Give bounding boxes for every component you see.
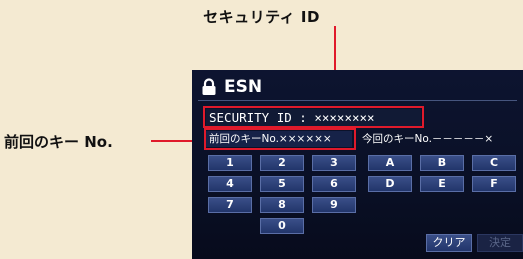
security-id-callout-label: セキュリティ ID [203,8,320,26]
key-c[interactable]: C [472,155,516,171]
screen-title: ESN [224,77,263,97]
key-1[interactable]: 1 [208,155,252,171]
key-a[interactable]: A [368,155,412,171]
key-e[interactable]: E [420,176,464,192]
key-b[interactable]: B [420,155,464,171]
key-5[interactable]: 5 [260,176,304,192]
key-0[interactable]: 0 [260,218,304,234]
lock-icon [202,78,216,95]
security-id-highlight-box [203,106,424,128]
key-4[interactable]: 4 [208,176,252,192]
screen-header: ESN [200,77,262,97]
key-6[interactable]: 6 [312,176,356,192]
key-3[interactable]: 3 [312,155,356,171]
manual-figure: セキュリティ ID 前回のキー No. ESN SECURITY ID : ××… [0,0,523,259]
key-8[interactable]: 8 [260,197,304,213]
key-2[interactable]: 2 [260,155,304,171]
key-7[interactable]: 7 [208,197,252,213]
clear-button[interactable]: クリア [426,234,472,252]
key-f[interactable]: F [472,176,516,192]
previous-key-highlight-box [204,128,356,150]
key-9[interactable]: 9 [312,197,356,213]
previous-key-callout-label: 前回のキー No. [4,133,113,151]
title-divider [198,100,517,101]
key-d[interactable]: D [368,176,412,192]
enter-button[interactable]: 決定 [477,234,523,252]
current-key-field: 今回のキーNo.－－－－－× [362,133,494,145]
esn-screen: ESN SECURITY ID : ×××××××× 前回のキーNo.×××××… [192,70,523,259]
